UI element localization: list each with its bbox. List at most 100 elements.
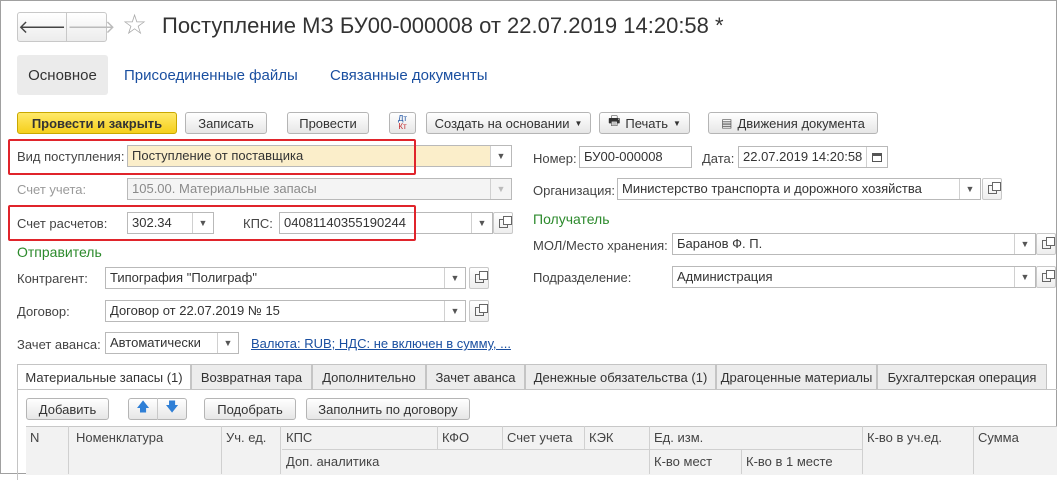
advance-offset-field[interactable]: Автоматически ▼ — [105, 332, 239, 354]
calendar-icon[interactable] — [866, 147, 887, 167]
column-header-sum[interactable]: Сумма — [978, 430, 1019, 445]
date-label: Дата: — [702, 151, 735, 166]
caret-down-icon[interactable]: ▼ — [192, 213, 213, 233]
tab-related-documents[interactable]: Связанные документы — [330, 67, 488, 84]
column-header-places[interactable]: К-во мест — [654, 454, 712, 469]
settlement-account-label: Счет расчетов: — [17, 216, 108, 231]
tab-monetary-obligations[interactable]: Денежные обязательства (1) — [525, 364, 716, 390]
kps-label: КПС: — [243, 216, 273, 231]
organization-field[interactable]: Министерство транспорта и дорожного хозя… — [617, 178, 981, 200]
caret-down-icon: ▼ — [490, 179, 511, 199]
column-header-measure[interactable]: Ед. изм. — [654, 430, 703, 445]
arrow-down-icon[interactable]: 🡇 — [157, 398, 186, 420]
settlement-account-value: 302.34 — [132, 215, 172, 230]
dt-kt-icon: Дт Кт — [398, 115, 407, 131]
back-button[interactable]: 🡐 — [18, 13, 66, 41]
mol-storage-value: Баранов Ф. П. — [677, 236, 763, 251]
column-divider — [502, 426, 503, 449]
sender-section-title: Отправитель — [17, 244, 102, 260]
post-and-close-button[interactable]: Провести и закрыть — [17, 112, 177, 134]
tab-advance-offset[interactable]: Зачет аванса — [426, 364, 525, 390]
column-header-qty-unit[interactable]: К-во в уч.ед. — [867, 430, 942, 445]
receipt-type-field[interactable]: Поступление от поставщика ▼ — [127, 145, 512, 167]
save-button[interactable]: Записать — [185, 112, 267, 134]
add-button[interactable]: Добавить — [26, 398, 109, 420]
recipient-section-title: Получатель — [533, 211, 610, 227]
column-header-qty-per-place[interactable]: К-во в 1 месте — [746, 454, 833, 469]
advance-offset-label: Зачет аванса: — [17, 337, 101, 352]
open-window-icon — [474, 270, 488, 283]
column-header-account[interactable]: Счет учета — [507, 430, 573, 445]
tab-main[interactable]: Основное — [17, 55, 108, 95]
receipt-type-label: Вид поступления: — [17, 149, 125, 164]
create-based-on-label: Создать на основании — [434, 115, 570, 131]
kps-field[interactable]: 04081140355190244 ▼ — [279, 212, 493, 234]
print-button[interactable]: 🖶 Печать ▼ — [599, 112, 690, 134]
pick-button[interactable]: Подобрать — [204, 398, 296, 420]
currency-vat-link[interactable]: Валюта: RUB; НДС: не включен в сумму, ..… — [251, 336, 511, 351]
caret-down-icon[interactable]: ▼ — [1014, 267, 1035, 287]
column-header-extra-analytics[interactable]: Доп. аналитика — [286, 454, 379, 469]
document-movements-button[interactable]: ▤ Движения документа — [708, 112, 878, 134]
column-divider — [68, 426, 69, 474]
tab-returnable-containers[interactable]: Возвратная тара — [191, 364, 312, 390]
printer-icon: 🖶 — [608, 113, 621, 128]
post-button[interactable]: Провести — [287, 112, 369, 134]
open-window-icon — [987, 181, 1001, 194]
move-buttons: 🡅 🡇 — [128, 398, 187, 420]
column-divider — [862, 426, 863, 474]
caret-down-icon[interactable]: ▼ — [444, 301, 465, 321]
tab-materials[interactable]: Материальные запасы (1) — [17, 364, 191, 390]
counterparty-value: Типография "Полиграф" — [110, 270, 257, 285]
caret-down-icon: ▼ — [672, 118, 681, 128]
create-based-on-button[interactable]: Создать на основании ▼ — [426, 112, 591, 134]
department-open-button[interactable] — [1036, 266, 1056, 288]
caret-down-icon[interactable]: ▼ — [1014, 234, 1035, 254]
caret-down-icon[interactable]: ▼ — [444, 268, 465, 288]
advance-offset-value: Автоматически — [110, 335, 201, 350]
caret-down-icon[interactable]: ▼ — [471, 213, 492, 233]
forward-button[interactable]: 🡒 — [66, 13, 116, 41]
tab-accounting-operation[interactable]: Бухгалтерская операция — [877, 364, 1047, 390]
organization-value: Министерство транспорта и дорожного хозя… — [622, 181, 922, 196]
star-icon[interactable]: ☆ — [122, 10, 147, 40]
tab-precious-materials[interactable]: Драгоценные материалы — [716, 364, 877, 390]
caret-down-icon[interactable]: ▼ — [217, 333, 238, 353]
date-field[interactable]: 22.07.2019 14:20:58 — [738, 146, 888, 168]
counterparty-field[interactable]: Типография "Полиграф" ▼ — [105, 267, 466, 289]
kps-open-button[interactable] — [493, 212, 513, 234]
column-header-kps[interactable]: КПС — [286, 430, 312, 445]
column-header-kfo[interactable]: КФО — [442, 430, 469, 445]
column-divider — [973, 426, 974, 474]
organization-open-button[interactable] — [982, 178, 1002, 200]
dt-kt-button[interactable]: Дт Кт — [389, 112, 416, 134]
arrow-up-icon[interactable]: 🡅 — [129, 398, 157, 420]
tab-attached-files[interactable]: Присоединенные файлы — [124, 67, 298, 84]
arrow-left-icon: 🡐 — [18, 16, 67, 37]
number-label: Номер: — [533, 151, 577, 166]
column-header-kek[interactable]: КЭК — [589, 430, 614, 445]
fill-by-contract-button[interactable]: Заполнить по договору — [306, 398, 470, 420]
counterparty-open-button[interactable] — [469, 267, 489, 289]
tab-bar: Материальные запасы (1) Возвратная тара … — [17, 364, 1047, 390]
caret-down-icon[interactable]: ▼ — [959, 179, 980, 199]
number-field[interactable]: БУ00-000008 — [579, 146, 692, 168]
column-divider — [649, 426, 650, 474]
kt-label: Кт — [398, 122, 407, 131]
contract-open-button[interactable] — [469, 300, 489, 322]
column-header-nomenclature[interactable]: Номенклатура — [76, 430, 163, 445]
department-field[interactable]: Администрация ▼ — [672, 266, 1036, 288]
column-divider — [280, 426, 281, 474]
settlement-account-field[interactable]: 302.34 ▼ — [127, 212, 214, 234]
contract-field[interactable]: Договор от 22.07.2019 № 15 ▼ — [105, 300, 466, 322]
mol-storage-label: МОЛ/Место хранения: — [533, 238, 668, 253]
counterparty-label: Контрагент: — [17, 271, 88, 286]
column-header-unit[interactable]: Уч. ед. — [226, 430, 266, 445]
tab-additional[interactable]: Дополнительно — [312, 364, 426, 390]
caret-down-icon[interactable]: ▼ — [490, 146, 511, 166]
contract-value: Договор от 22.07.2019 № 15 — [110, 303, 280, 318]
caret-down-icon: ▼ — [574, 118, 583, 128]
mol-open-button[interactable] — [1036, 233, 1056, 255]
column-header-n[interactable]: N — [30, 430, 39, 445]
mol-storage-field[interactable]: Баранов Ф. П. ▼ — [672, 233, 1036, 255]
